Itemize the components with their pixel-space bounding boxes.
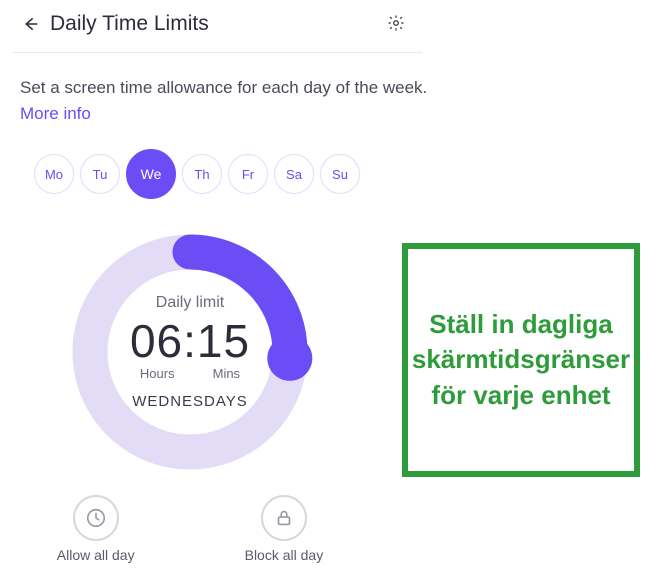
description-body: Set a screen time allowance for each day… bbox=[20, 78, 427, 97]
page-title: Daily Time Limits bbox=[50, 12, 209, 36]
mins-label: Mins bbox=[213, 366, 240, 381]
time-dial[interactable]: Daily limit 06:15 Hours Mins WEDNESDAYS bbox=[65, 227, 315, 477]
hours-label: Hours bbox=[140, 366, 175, 381]
day-chip-fr[interactable]: Fr bbox=[228, 154, 268, 194]
back-arrow-icon[interactable] bbox=[20, 14, 40, 34]
callout-box: Ställ in dagliga skärmtidsgränser för va… bbox=[402, 243, 640, 477]
more-info-link[interactable]: More info bbox=[20, 104, 91, 123]
day-chip-tu[interactable]: Tu bbox=[80, 154, 120, 194]
clock-icon bbox=[73, 495, 119, 541]
description-text: Set a screen time allowance for each day… bbox=[0, 53, 450, 136]
block-label: Block all day bbox=[245, 547, 324, 563]
day-chip-sa[interactable]: Sa bbox=[274, 154, 314, 194]
day-chip-mo[interactable]: Mo bbox=[34, 154, 74, 194]
allow-all-day-button[interactable]: Allow all day bbox=[57, 495, 135, 563]
selected-day-name: WEDNESDAYS bbox=[132, 393, 248, 410]
day-chip-we[interactable]: We bbox=[126, 149, 176, 199]
daily-limit-label: Daily limit bbox=[156, 294, 224, 312]
allow-label: Allow all day bbox=[57, 547, 135, 563]
block-all-day-button[interactable]: Block all day bbox=[245, 495, 324, 563]
day-chip-su[interactable]: Su bbox=[320, 154, 360, 194]
day-chip-th[interactable]: Th bbox=[182, 154, 222, 194]
lock-icon bbox=[261, 495, 307, 541]
gear-icon[interactable] bbox=[387, 14, 405, 32]
time-display: 06:15 bbox=[130, 314, 250, 368]
callout-text: Ställ in dagliga skärmtidsgränser för va… bbox=[412, 307, 630, 412]
days-row: Mo Tu We Th Fr Sa Su bbox=[0, 136, 650, 207]
